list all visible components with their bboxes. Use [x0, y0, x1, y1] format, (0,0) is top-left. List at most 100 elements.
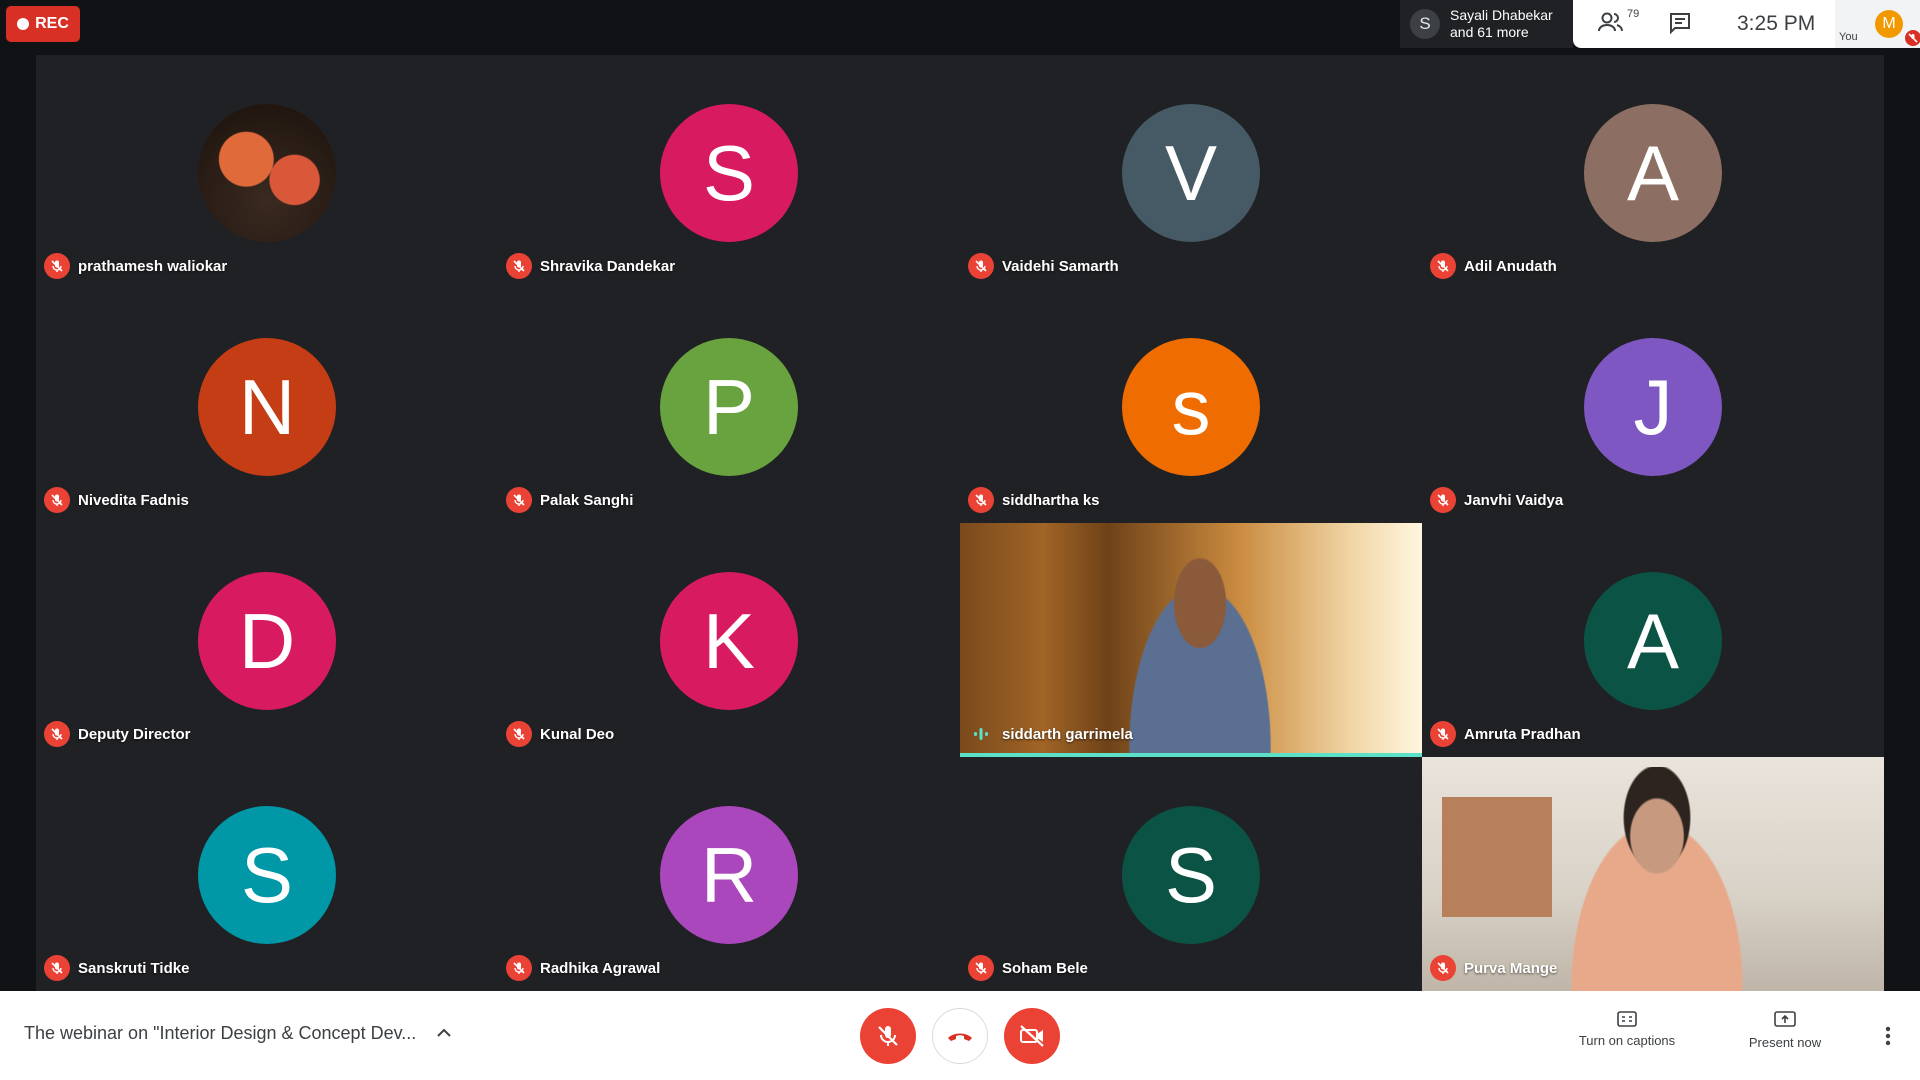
mic-off-icon — [506, 253, 532, 279]
captions-button[interactable]: Turn on captions — [1562, 1011, 1692, 1063]
participant-avatar: S — [198, 806, 336, 944]
participant-tile[interactable]: J Janvhi Vaidya — [1422, 289, 1884, 523]
participant-video-tile[interactable]: Purva Mange — [1422, 757, 1884, 991]
meeting-title[interactable]: The webinar on "Interior Design & Concep… — [24, 1023, 416, 1044]
record-dot-icon — [17, 18, 30, 30]
people-icon — [1598, 12, 1623, 32]
participant-video-feed — [1542, 767, 1772, 991]
participant-name: Amruta Pradhan — [1464, 725, 1581, 743]
participant-name: prathamesh waliokar — [78, 257, 228, 275]
mic-off-icon — [968, 955, 994, 981]
mic-off-icon — [1430, 955, 1456, 981]
hang-up-icon — [948, 1033, 972, 1041]
participant-photo-avatar — [198, 104, 336, 242]
participant-avatar: R — [660, 806, 798, 944]
self-view-tile[interactable]: You M — [1835, 0, 1920, 48]
participant-avatar: K — [660, 572, 798, 710]
recording-indicator[interactable]: REC — [6, 6, 80, 42]
mic-off-icon — [1430, 253, 1456, 279]
participant-name: Vaidehi Samarth — [1002, 257, 1119, 275]
participant-name: Kunal Deo — [540, 725, 615, 743]
chevron-up-icon — [437, 1028, 451, 1037]
participant-tile[interactable]: A Adil Anudath — [1422, 55, 1884, 289]
participants-count: 79 — [1627, 8, 1640, 20]
mic-off-icon — [506, 487, 532, 513]
meeting-details-button[interactable] — [432, 1021, 456, 1045]
participant-video-feed — [1110, 543, 1290, 757]
top-bar: REC S Sayali Dhabekar and 61 more 79 3:2… — [0, 0, 1920, 54]
participant-name: siddarth garrimela — [1002, 725, 1133, 743]
presenter-text: Sayali Dhabekar and 61 more — [1450, 7, 1553, 41]
camera-off-icon — [1020, 1025, 1044, 1047]
participant-name: Deputy Director — [78, 725, 191, 743]
presenter-avatar: S — [1410, 9, 1440, 39]
presenter-name: Sayali Dhabekar — [1450, 7, 1553, 23]
chat-icon — [1670, 13, 1690, 35]
captions-label: Turn on captions — [1578, 1033, 1676, 1048]
presenter-chip[interactable]: S Sayali Dhabekar and 61 more — [1400, 0, 1573, 48]
participant-name: Radhika Agrawal — [540, 959, 661, 977]
participant-tile[interactable]: P Palak Sanghi — [498, 289, 960, 523]
participant-tile[interactable]: D Deputy Director — [36, 523, 498, 757]
background-board — [1442, 797, 1552, 917]
participant-tile[interactable]: s siddhartha ks — [960, 289, 1422, 523]
participant-name: Adil Anudath — [1464, 257, 1557, 275]
participant-avatar: A — [1584, 572, 1722, 710]
participant-tile[interactable]: S Shravika Dandekar — [498, 55, 960, 289]
participant-name: siddhartha ks — [1002, 491, 1100, 509]
participant-tile[interactable]: prathamesh waliokar — [36, 55, 498, 289]
leave-call-button[interactable] — [932, 1008, 988, 1064]
self-label: You — [1839, 31, 1858, 43]
recording-label: REC — [35, 15, 69, 32]
present-label: Present now — [1748, 1035, 1822, 1050]
mic-off-icon — [44, 487, 70, 513]
participant-video-tile[interactable]: siddarth garrimela — [960, 523, 1422, 757]
participant-avatar: P — [660, 338, 798, 476]
more-vertical-icon — [1885, 1026, 1891, 1046]
mic-off-icon — [44, 253, 70, 279]
mic-off-icon — [506, 955, 532, 981]
participant-tile[interactable]: R Radhika Agrawal — [498, 757, 960, 991]
participant-tile[interactable]: V Vaidehi Samarth — [960, 55, 1422, 289]
mic-off-icon — [968, 487, 994, 513]
chat-button[interactable] — [1668, 12, 1694, 36]
participants-button[interactable]: 79 — [1597, 8, 1641, 38]
participant-tile[interactable]: S Soham Bele — [960, 757, 1422, 991]
participant-name: Palak Sanghi — [540, 491, 634, 509]
participant-avatar: D — [198, 572, 336, 710]
mic-off-icon — [44, 955, 70, 981]
mic-off-icon — [1430, 487, 1456, 513]
speaking-indicator-icon — [968, 721, 994, 747]
participant-tile[interactable]: S Sanskruti Tidke — [36, 757, 498, 991]
participant-name: Nivedita Fadnis — [78, 491, 189, 509]
participant-avatar: A — [1584, 104, 1722, 242]
self-mic-off-icon — [1905, 30, 1920, 46]
participant-tile[interactable]: N Nivedita Fadnis — [36, 289, 498, 523]
participant-tile[interactable]: A Amruta Pradhan — [1422, 523, 1884, 757]
present-now-button[interactable]: Present now — [1720, 1011, 1850, 1063]
participant-name: Janvhi Vaidya — [1464, 491, 1564, 509]
participant-name: Shravika Dandekar — [540, 257, 676, 275]
participant-name: Soham Bele — [1002, 959, 1088, 977]
bottom-bar: The webinar on "Interior Design & Concep… — [0, 991, 1920, 1080]
participant-avatar: V — [1122, 104, 1260, 242]
mic-off-icon — [968, 253, 994, 279]
participant-grid: prathamesh waliokar S Shravika Dandekar … — [36, 55, 1884, 991]
mic-off-icon — [878, 1026, 898, 1046]
participant-tile[interactable]: K Kunal Deo — [498, 523, 960, 757]
presenter-more: and 61 more — [1450, 24, 1529, 40]
present-screen-icon — [1774, 1011, 1796, 1027]
camera-toggle-button[interactable] — [1004, 1008, 1060, 1064]
mic-toggle-button[interactable] — [860, 1008, 916, 1064]
participant-name: Sanskruti Tidke — [78, 959, 190, 977]
mic-off-icon — [506, 721, 532, 747]
participant-avatar: S — [1122, 806, 1260, 944]
participant-avatar: J — [1584, 338, 1722, 476]
more-options-button[interactable] — [1876, 1021, 1900, 1051]
participant-avatar: s — [1122, 338, 1260, 476]
self-avatar: M — [1875, 10, 1903, 38]
captions-icon — [1617, 1011, 1637, 1027]
participant-avatar: N — [198, 338, 336, 476]
participant-name: Purva Mange — [1464, 959, 1558, 977]
clock-time: 3:25 PM — [1737, 12, 1816, 35]
